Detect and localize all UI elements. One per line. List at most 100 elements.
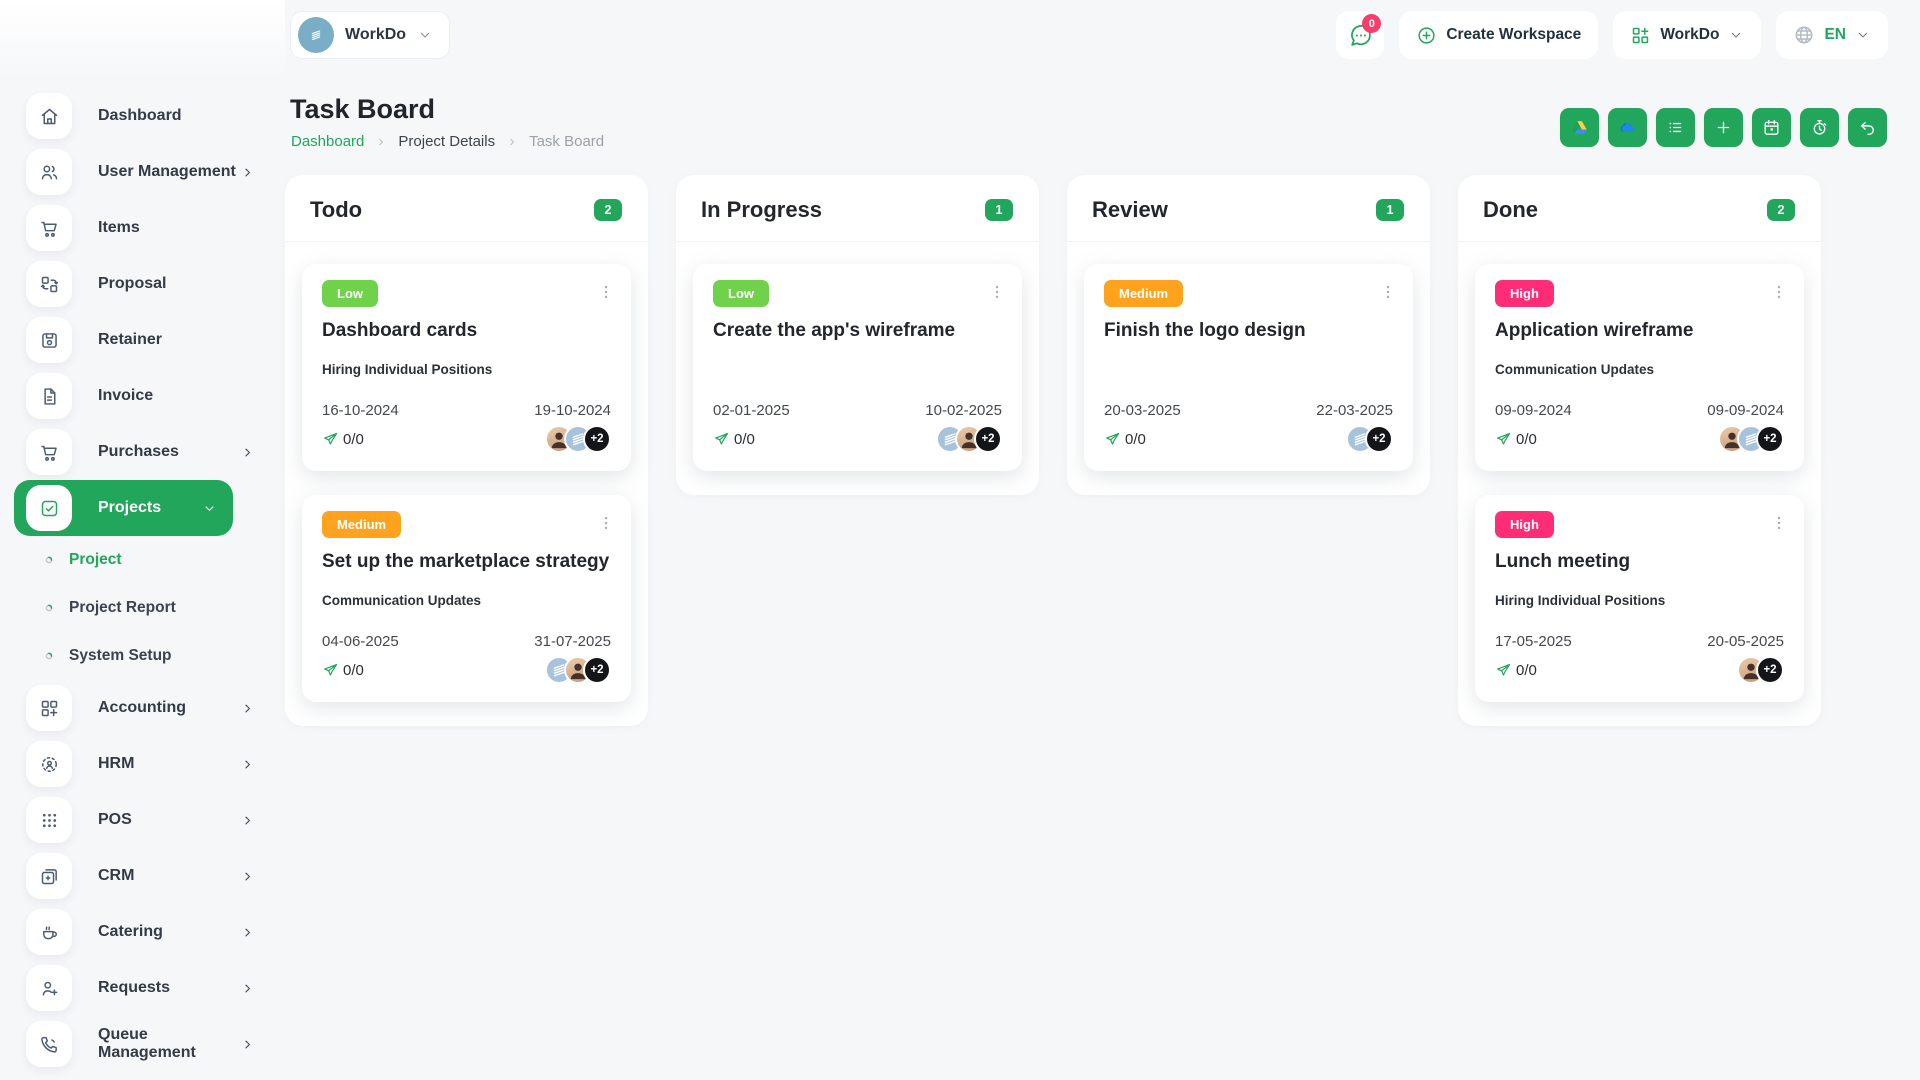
assignee-avatars[interactable]: +2 [545, 656, 611, 684]
sidebar-item-user-management[interactable]: User Management [0, 144, 285, 200]
sidebar-item-projects[interactable]: Projects [14, 480, 233, 536]
calendar-button[interactable] [1752, 108, 1791, 147]
sidebar-item-purchases[interactable]: Purchases [0, 424, 285, 480]
sidebar-item-label: HRM [98, 755, 135, 772]
task-card[interactable]: High Lunch meeting Hiring Individual Posit… [1475, 495, 1804, 702]
kebab-menu-icon[interactable] [597, 514, 615, 532]
chevron-right-icon [240, 757, 255, 772]
workspace-selector[interactable]: WorkDo [290, 11, 451, 59]
more-assignees-badge[interactable]: +2 [1365, 425, 1393, 453]
kebab-menu-icon[interactable] [1770, 283, 1788, 301]
assignee-avatars[interactable]: +2 [1718, 425, 1784, 453]
sidebar-subitem-label: Project Report [69, 599, 176, 616]
card-foot-row: 0/0 +2 [1495, 654, 1784, 686]
task-progress-value: 0/0 [1125, 430, 1146, 448]
column-title: Review [1092, 197, 1168, 222]
cart-icon [26, 205, 72, 251]
sidebar-item-hrm[interactable]: HRM [0, 736, 285, 792]
sidebar-item-pos[interactable]: POS [0, 792, 285, 848]
kebab-menu-icon[interactable] [597, 283, 615, 301]
sidebar-item-items[interactable]: Items [0, 200, 285, 256]
chevron-right-icon [240, 701, 255, 716]
onedrive-button[interactable] [1608, 108, 1647, 147]
sidebar-item-accounting[interactable]: Accounting [0, 680, 285, 736]
more-assignees-badge[interactable]: +2 [974, 425, 1002, 453]
assignee-avatars[interactable]: +2 [1346, 425, 1393, 453]
sidebar-item-label: Projects [98, 499, 162, 516]
card-top-row: Low [713, 280, 1002, 307]
task-dates: 09-09-2024 09-09-2024 [1495, 402, 1784, 419]
sidebar-subitem-label: Project [69, 551, 122, 568]
card-top-row: Medium [1104, 280, 1393, 307]
card-foot-row: 0/0 +2 [1104, 423, 1393, 455]
task-start-date: 02-01-2025 [713, 402, 790, 419]
google-drive-button[interactable] [1560, 108, 1599, 147]
sidebar-subitem-project-report[interactable]: Project Report [0, 584, 285, 632]
plus-icon [1714, 118, 1733, 137]
board-column-review: Review 1 Medium Finish the logo design 20-03… [1067, 175, 1430, 495]
language-selector[interactable]: EN [1776, 11, 1888, 59]
task-card[interactable]: Low Dashboard cards Hiring Individual Posi… [302, 264, 631, 471]
milestone-list-button[interactable] [1656, 108, 1695, 147]
sidebar-subitem-system-setup[interactable]: System Setup [0, 632, 285, 680]
chevron-right-icon [240, 165, 255, 180]
assignee-avatars[interactable]: +2 [1737, 656, 1784, 684]
chevron-down-icon [202, 501, 217, 516]
breadcrumb-item-dashboard[interactable]: Dashboard [291, 133, 364, 150]
send-icon [1495, 431, 1512, 448]
board-column-done: Done 2 High Application wireframe Communicat… [1458, 175, 1821, 726]
timer-button[interactable] [1800, 108, 1839, 147]
sidebar-item-invoice[interactable]: Invoice [0, 368, 285, 424]
add-task-button[interactable] [1704, 108, 1743, 147]
create-workspace-button[interactable]: Create Workspace [1399, 11, 1599, 59]
breadcrumb-item-project-details[interactable]: Project Details [398, 133, 495, 150]
task-card[interactable]: Medium Finish the logo design 20-03-2025 22… [1084, 264, 1413, 471]
catering-icon [26, 909, 72, 955]
sidebar-item-label: Accounting [98, 699, 186, 716]
breadcrumb-separator-icon [506, 136, 518, 148]
more-assignees-badge[interactable]: +2 [1756, 425, 1784, 453]
sidebar-item-catering[interactable]: Catering [0, 904, 285, 960]
more-assignees-badge[interactable]: +2 [1756, 656, 1784, 684]
more-assignees-badge[interactable]: +2 [583, 425, 611, 453]
task-title: Dashboard cards [322, 320, 478, 341]
app-switcher-button[interactable]: WorkDo [1613, 11, 1762, 59]
sidebar-item-retainer[interactable]: Retainer [0, 312, 285, 368]
board-column-todo: Todo 2 Low Dashboard cards Hiring Individual… [285, 175, 648, 726]
invoice-icon [26, 373, 72, 419]
workspace-logo-icon [298, 17, 334, 53]
assignee-avatars[interactable]: +2 [545, 425, 611, 453]
back-button[interactable] [1848, 108, 1887, 147]
kebab-menu-icon[interactable] [1379, 283, 1397, 301]
card-foot-row: 0/0 +2 [1495, 423, 1784, 455]
sidebar-item-label: CRM [98, 867, 135, 884]
sidebar-item-label: User Management [98, 163, 236, 180]
sidebar-item-crm[interactable]: CRM [0, 848, 285, 904]
task-card[interactable]: High Application wireframe Communication U… [1475, 264, 1804, 471]
sidebar-item-requests[interactable]: Requests [0, 960, 285, 1016]
sidebar-item-dashboard[interactable]: Dashboard [0, 88, 285, 144]
task-dates: 17-05-2025 20-05-2025 [1495, 633, 1784, 650]
column-title: Todo [310, 197, 363, 222]
crm-icon [26, 853, 72, 899]
priority-badge: Low [713, 280, 769, 307]
kebab-menu-icon[interactable] [1770, 514, 1788, 532]
task-end-date: 10-02-2025 [925, 402, 1002, 419]
sidebar-subitem-project[interactable]: Project [0, 536, 285, 584]
column-header: Todo 2 [285, 175, 648, 241]
chevron-right-icon [240, 445, 255, 460]
task-end-date: 31-07-2025 [534, 633, 611, 650]
kebab-menu-icon[interactable] [988, 283, 1006, 301]
more-assignees-badge[interactable]: +2 [583, 656, 611, 684]
task-title: Lunch meeting [1495, 551, 1631, 572]
sidebar-item-queue-management[interactable]: Queue Management [0, 1016, 285, 1072]
messages-badge: 0 [1362, 14, 1382, 33]
assignee-avatars[interactable]: +2 [936, 425, 1002, 453]
task-card[interactable]: Low Create the app's wireframe 02-01-2025 1… [693, 264, 1022, 471]
card-foot-row: 0/0 +2 [713, 423, 1002, 455]
task-end-date: 09-09-2024 [1707, 402, 1784, 419]
sidebar-item-label: Items [98, 219, 140, 236]
task-card[interactable]: Medium Set up the marketplace strategy Com… [302, 495, 631, 702]
sidebar-item-proposal[interactable]: Proposal [0, 256, 285, 312]
messages-button[interactable]: 0 [1336, 11, 1385, 59]
